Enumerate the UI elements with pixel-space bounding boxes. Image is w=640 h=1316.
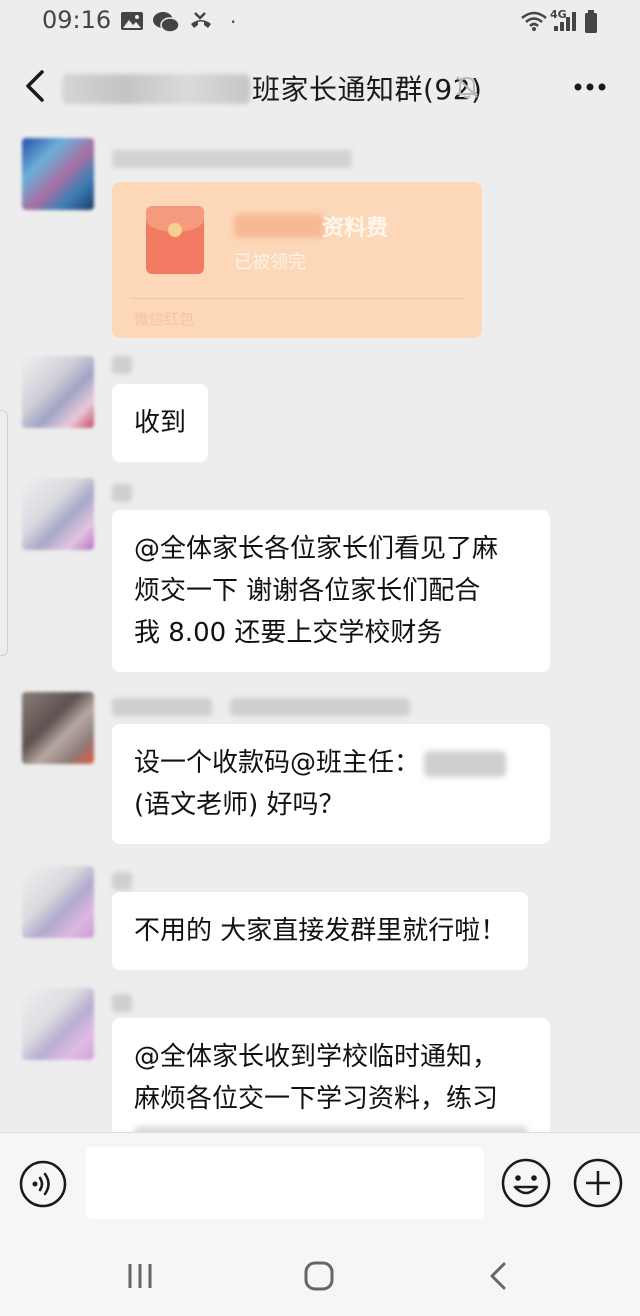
message-item: 资料费 已被领完 微信红包 — [0, 136, 640, 346]
nickname-blurred — [112, 150, 352, 168]
back-nav-icon[interactable] — [478, 1256, 518, 1296]
nickname-blurred — [230, 698, 410, 716]
status-time: 09:16 — [42, 6, 112, 34]
voice-icon[interactable] — [18, 1159, 68, 1209]
avatar[interactable] — [22, 988, 94, 1060]
red-packet-message[interactable]: 资料费 已被领完 微信红包 — [112, 182, 482, 338]
message-text-line: 烦交一下 谢谢各位家长们配合 — [134, 576, 481, 606]
avatar[interactable] — [22, 138, 94, 210]
recent-apps-icon[interactable] — [120, 1256, 160, 1296]
home-icon[interactable] — [299, 1256, 339, 1296]
emoji-icon[interactable] — [500, 1157, 552, 1209]
message-text-line: 设一个收款码@班主任： — [134, 742, 528, 784]
message-text: 收到 — [134, 408, 187, 438]
back-icon[interactable] — [18, 64, 58, 108]
missed-call-icon — [191, 12, 211, 28]
message-text: 设一个收款码@班主任： — [134, 748, 421, 778]
red-packet-icon — [146, 206, 204, 274]
red-packet-divider — [130, 298, 464, 299]
more-dots-icon[interactable] — [572, 72, 608, 102]
message-bubble[interactable]: @全体家长收到学校临时通知， 麻烦各位交一下学习资料，练习 — [112, 1018, 550, 1132]
message-list[interactable]: 资料费 已被领完 微信红包 收到 @全体家长各位家长们看见了麻 烦交一下 谢谢各… — [0, 128, 640, 1132]
message-text: 不用的 大家直接发群里就行啦！ — [134, 916, 507, 946]
wechat-icon — [153, 12, 180, 33]
signal-icon — [554, 12, 576, 31]
gallery-icon — [121, 12, 143, 30]
plus-circle-icon[interactable] — [572, 1157, 624, 1209]
avatar[interactable] — [22, 478, 94, 550]
message-text-line: @全体家长各位家长们看见了麻 — [134, 534, 499, 564]
mention-name-blurred — [424, 750, 507, 777]
message-item: @全体家长各位家长们看见了麻 烦交一下 谢谢各位家长们配合 我 8.00 还要上… — [0, 474, 640, 674]
nickname-blurred — [112, 484, 132, 502]
message-bubble[interactable]: 收到 — [112, 384, 209, 462]
avatar[interactable] — [22, 866, 94, 938]
system-nav-bar — [0, 1234, 640, 1316]
nav-bar: 班家长通知群(92) — [0, 44, 640, 128]
message-item: 设一个收款码@班主任： (语文老师) 好吗？ — [0, 688, 640, 848]
message-text-line: 麻烦各位交一下学习资料，练习 — [134, 1084, 499, 1114]
message-text-line: (语文老师) 好吗？ — [134, 790, 345, 820]
avatar[interactable] — [22, 692, 94, 764]
nickname-blurred — [112, 994, 132, 1012]
message-input[interactable] — [86, 1147, 484, 1219]
red-packet-label: 微信红包 — [134, 310, 195, 328]
message-text-line: 我 8.00 还要上交学校财务 — [134, 618, 443, 648]
nickname-blurred — [112, 698, 212, 716]
input-bar — [0, 1132, 640, 1234]
message-item: 收到 — [0, 350, 640, 462]
red-packet-title-blur — [234, 214, 324, 238]
status-dot: · — [230, 10, 237, 34]
red-packet-title: 资料费 — [322, 216, 389, 241]
message-bubble[interactable]: 不用的 大家直接发群里就行啦！ — [112, 892, 529, 970]
message-item: 不用的 大家直接发群里就行啦！ — [0, 862, 640, 970]
chat-title: 班家长通知群(92) — [252, 73, 483, 106]
nickname-blurred — [112, 872, 132, 890]
nickname-blurred — [112, 356, 132, 374]
message-bubble[interactable]: 设一个收款码@班主任： (语文老师) 好吗？ — [112, 724, 550, 844]
wifi-icon — [521, 11, 547, 31]
message-item: @全体家长收到学校临时通知， 麻烦各位交一下学习资料，练习 — [0, 986, 640, 1132]
edge-handle[interactable] — [0, 410, 8, 656]
message-text-line: @全体家长收到学校临时通知， — [134, 1042, 499, 1072]
red-packet-status: 已被领完 — [234, 252, 306, 273]
status-bar: 09:16 · 4G — [0, 0, 640, 44]
avatar[interactable] — [22, 356, 94, 428]
bell-off-icon — [455, 76, 479, 99]
battery-icon — [585, 10, 597, 33]
message-bubble[interactable]: @全体家长各位家长们看见了麻 烦交一下 谢谢各位家长们配合 我 8.00 还要上… — [112, 510, 550, 672]
blurred-title-prefix — [62, 74, 250, 104]
